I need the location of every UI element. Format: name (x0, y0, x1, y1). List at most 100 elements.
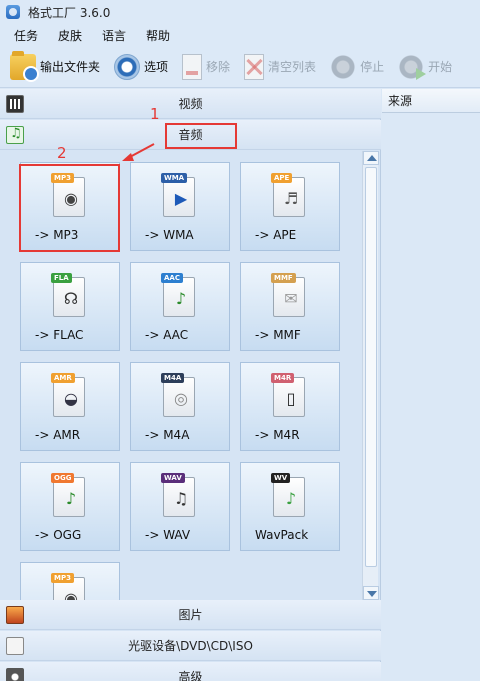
format-tile[interactable]: M4R ▯ -> M4R (240, 362, 340, 451)
start-label: 开始 (428, 60, 453, 74)
format-tile[interactable]: MMF ✉ -> MMF (240, 262, 340, 351)
stop-label: 停止 (360, 60, 385, 74)
clear-icon (244, 53, 265, 80)
file-format-icon: M4R ▯ (271, 373, 307, 417)
remove-button[interactable]: 移除 (182, 53, 231, 80)
headphones-icon: ♬ (283, 189, 299, 208)
gear-icon (114, 53, 141, 80)
file-format-icon: WMA ▶ (161, 173, 197, 217)
format-tile-label: -> M4R (255, 428, 300, 442)
picture-icon (6, 606, 24, 624)
annotation-box-mp3 (19, 164, 120, 252)
format-tile-label: -> AAC (145, 328, 189, 342)
category-video[interactable]: 视频 (0, 89, 381, 119)
notes-icon: ♫ (173, 489, 189, 508)
format-badge: AAC (161, 273, 183, 283)
start-button[interactable]: 开始 (398, 53, 453, 80)
task-list-panel: 来源 (382, 89, 480, 681)
format-tile[interactable]: APE ♬ -> APE (240, 162, 340, 251)
file-format-icon: APE ♬ (271, 173, 307, 217)
format-badge: OGG (51, 473, 75, 483)
format-badge: WV (271, 473, 291, 483)
category-video-label: 视频 (178, 97, 203, 111)
note-green-icon: ♪ (285, 489, 297, 508)
format-badge: AMR (51, 373, 75, 383)
file-format-icon: MP3 ◉ (51, 573, 87, 600)
disc-drive-icon (6, 637, 24, 655)
options-button[interactable]: 选项 (114, 53, 168, 80)
format-badge: M4R (271, 373, 295, 383)
file-format-icon: FLA ☊ (51, 273, 87, 317)
format-badge: MMF (271, 273, 296, 283)
scroll-down-icon[interactable] (363, 586, 379, 600)
format-tile[interactable]: M4A ◎ -> M4A (130, 362, 230, 451)
cd-icon: ◎ (174, 389, 188, 408)
annotation-arrow-head (122, 153, 134, 161)
remove-label: 移除 (206, 60, 231, 74)
gear-icon (6, 668, 24, 681)
app-logo-icon (6, 5, 20, 19)
format-tile[interactable]: WAV ♫ -> WAV (130, 462, 230, 551)
scroll-thumb[interactable] (365, 167, 377, 567)
format-tile[interactable]: WV ♪ WavPack (240, 462, 340, 551)
format-badge: M4A (161, 373, 185, 383)
source-column-header[interactable]: 来源 (382, 89, 480, 113)
stop-button[interactable]: 停止 (330, 53, 385, 80)
file-format-icon: WAV ♫ (161, 473, 197, 517)
window-title: 格式工厂 3.6.0 (28, 5, 111, 20)
format-tile[interactable]: OGG ♪ -> OGG (20, 462, 120, 551)
format-tile[interactable]: AAC ♪ -> AAC (130, 262, 230, 351)
speaker-icon: ◉ (64, 589, 78, 600)
folder-icon (10, 50, 39, 82)
scroll-up-icon[interactable] (363, 151, 379, 165)
menu-bar: 任务 皮肤 语言 帮助 (0, 24, 480, 46)
headset-icon: ☊ (63, 289, 79, 308)
note-icon: ♪ (175, 289, 187, 308)
format-badge: MP3 (51, 573, 74, 583)
menu-language[interactable]: 语言 (102, 27, 126, 44)
format-badge: APE (271, 173, 293, 183)
phone-icon: ▯ (286, 389, 296, 408)
format-badge: FLA (51, 273, 72, 283)
toolbar: 输出文件夹 选项 移除 清空列表 停止 开始 (0, 46, 480, 88)
format-badge: WAV (161, 473, 185, 483)
format-tile-label: -> FLAC (35, 328, 84, 342)
format-tile[interactable]: MP3 ◉ (20, 562, 120, 600)
file-format-icon: WV ♪ (271, 473, 307, 517)
format-tile-label: -> WAV (145, 528, 191, 542)
format-scrollbar[interactable] (362, 151, 379, 600)
category-advanced[interactable]: 高级 (0, 662, 381, 681)
note-icon: ♪ (65, 489, 77, 508)
menu-skin[interactable]: 皮肤 (58, 27, 82, 44)
format-tile[interactable]: FLA ☊ -> FLAC (20, 262, 120, 351)
output-folder-label: 输出文件夹 (40, 60, 101, 74)
file-format-icon: OGG ♪ (51, 473, 87, 517)
play-icon: ▶ (174, 189, 188, 208)
annotation-number-1: 1 (150, 105, 160, 123)
category-picture[interactable]: 图片 (0, 600, 381, 630)
category-picture-label: 图片 (178, 608, 203, 622)
file-format-icon: MMF ✉ (271, 273, 307, 317)
file-format-icon: AAC ♪ (161, 273, 197, 317)
format-tile-label: -> AMR (35, 428, 81, 442)
category-disc[interactable]: 光驱设备\DVD\CD\ISO (0, 631, 381, 661)
clear-list-button[interactable]: 清空列表 (244, 53, 317, 80)
format-tile-label: -> M4A (145, 428, 190, 442)
film-icon (6, 95, 24, 113)
file-format-icon: M4A ◎ (161, 373, 197, 417)
category-disc-label: 光驱设备\DVD\CD\ISO (128, 639, 253, 653)
stop-icon (330, 53, 357, 80)
start-icon (398, 53, 427, 80)
menu-help[interactable]: 帮助 (146, 27, 170, 44)
format-tile-label: WavPack (255, 528, 309, 542)
format-badge: WMA (161, 173, 188, 183)
clear-list-label: 清空列表 (268, 60, 317, 74)
format-tile[interactable]: WMA ▶ -> WMA (130, 162, 230, 251)
format-tile[interactable]: AMR ◒ -> AMR (20, 362, 120, 451)
disc-icon: ◒ (64, 389, 78, 408)
title-bar: 格式工厂 3.6.0 (0, 0, 480, 24)
format-tile-label: -> WMA (145, 228, 194, 242)
output-folder-button[interactable]: 输出文件夹 (10, 50, 101, 82)
format-tile-label: -> APE (255, 228, 297, 242)
menu-task[interactable]: 任务 (14, 27, 38, 44)
